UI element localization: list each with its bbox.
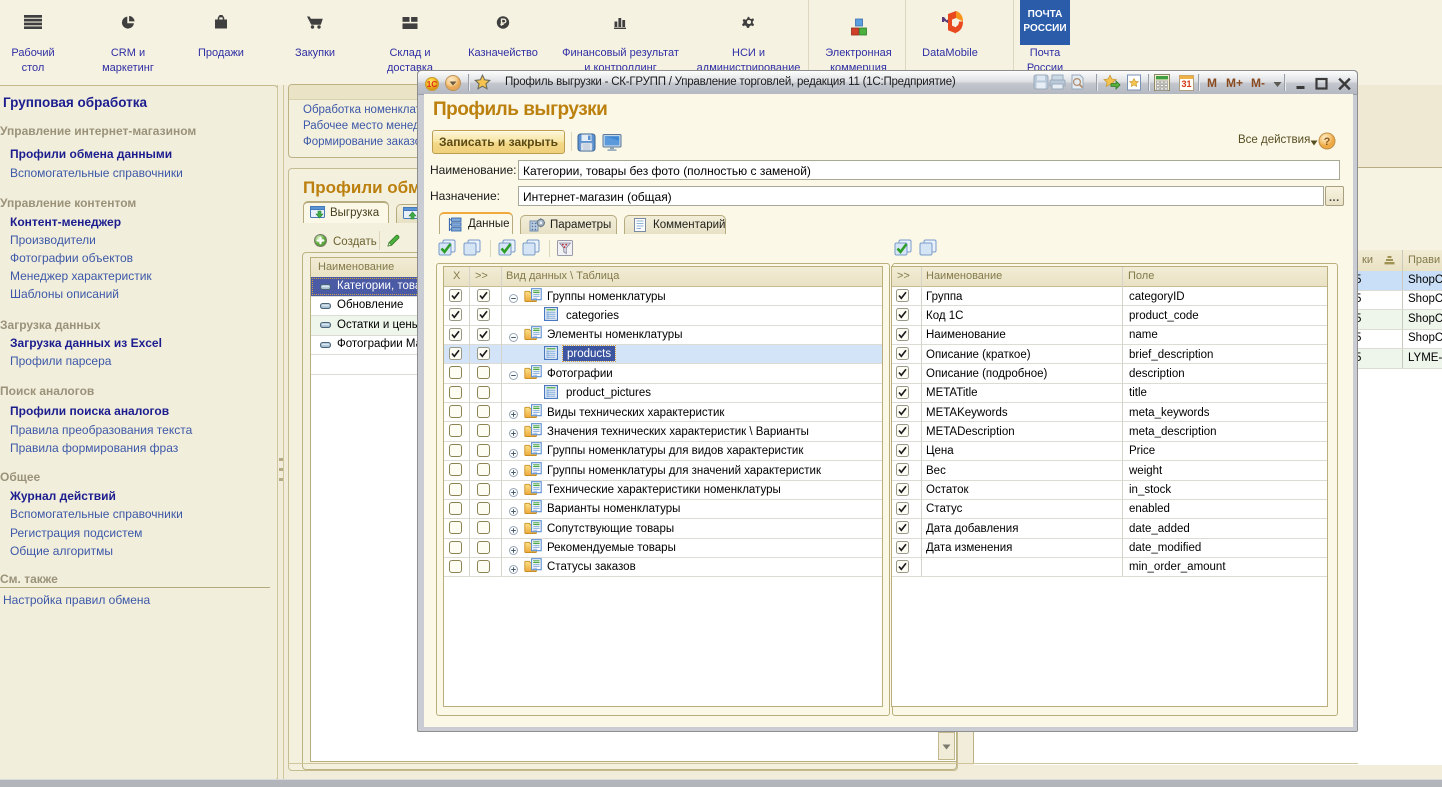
svg-text:?: ? — [1324, 136, 1331, 148]
svg-text:31: 31 — [1181, 79, 1191, 89]
svg-text:1С: 1С — [427, 79, 438, 89]
